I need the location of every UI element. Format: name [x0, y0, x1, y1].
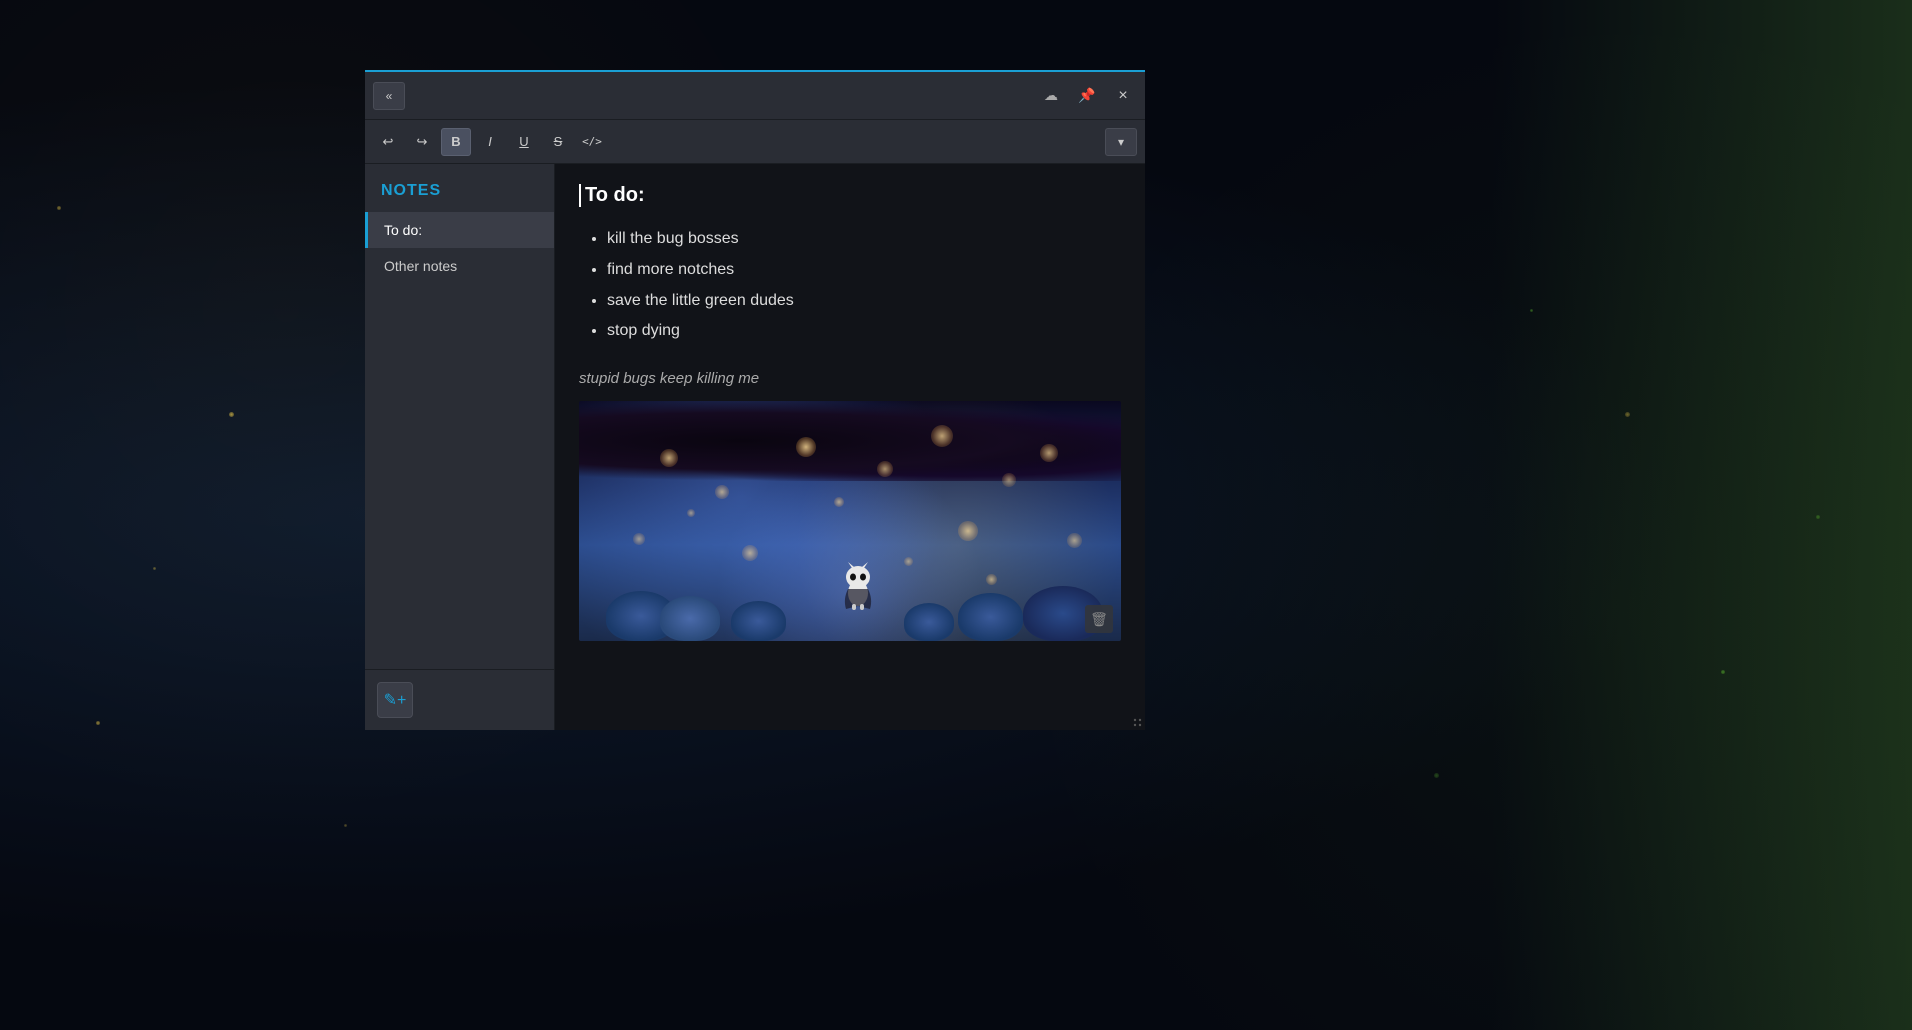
- italic-icon: I: [488, 134, 492, 149]
- game-screenshot: 🗑: [579, 401, 1121, 641]
- orb-decoration: [633, 533, 645, 545]
- note-editor[interactable]: To do: kill the bug bosses find more not…: [555, 164, 1145, 730]
- list-item: stop dying: [607, 317, 1121, 346]
- sidebar-item-todo-label: To do:: [384, 222, 422, 238]
- code-button[interactable]: </>: [577, 128, 607, 156]
- orb-decoration: [958, 521, 978, 541]
- orb-decoration: [904, 557, 913, 566]
- note-caption: stupid bugs keep killing me: [579, 370, 1121, 387]
- sidebar-bottom: ✎+: [365, 669, 554, 730]
- list-item: find more notches: [607, 256, 1121, 285]
- creature-decoration: [958, 593, 1023, 641]
- format-dropdown-button[interactable]: ▾: [1105, 128, 1137, 156]
- sidebar-title: NOTES: [365, 164, 554, 212]
- undo-icon: ↩: [383, 134, 394, 150]
- orb-decoration: [796, 437, 816, 457]
- top-toolbar: « ☁ 📌 ×: [365, 72, 1145, 120]
- undo-button[interactable]: ↩: [373, 128, 403, 156]
- resize-handle[interactable]: [1129, 714, 1145, 730]
- new-note-button[interactable]: ✎+: [377, 682, 413, 718]
- list-item: save the little green dudes: [607, 287, 1121, 316]
- note-title: To do:: [579, 184, 1121, 207]
- notes-panel: « ☁ 📌 × ↩ ↪ B I U: [365, 70, 1145, 730]
- orb-decoration: [1002, 473, 1016, 487]
- close-icon: ×: [1118, 87, 1127, 105]
- orb-decoration: [986, 574, 997, 585]
- bold-button[interactable]: B: [441, 128, 471, 156]
- redo-icon: ↪: [417, 134, 428, 150]
- orb-decoration: [1067, 533, 1082, 548]
- redo-button[interactable]: ↪: [407, 128, 437, 156]
- dropdown-icon: ▾: [1118, 135, 1124, 149]
- bold-icon: B: [451, 134, 460, 149]
- toolbar-right: ☁ 📌 ×: [1037, 82, 1137, 110]
- format-toolbar: ↩ ↪ B I U S </> ▾: [365, 120, 1145, 164]
- orb-decoration: [715, 485, 729, 499]
- italic-button[interactable]: I: [475, 128, 505, 156]
- new-note-icon: ✎+: [384, 690, 407, 710]
- content-area: NOTES To do: Other notes ✎+ To do: kill …: [365, 164, 1145, 730]
- creature-decoration: [731, 601, 786, 641]
- cloud-icon: ☁: [1044, 87, 1058, 104]
- screenshot-image: 🗑: [579, 401, 1121, 641]
- screenshot-delete-button[interactable]: 🗑: [1085, 605, 1113, 633]
- notes-sidebar: NOTES To do: Other notes ✎+: [365, 164, 555, 730]
- collapse-button[interactable]: «: [373, 82, 405, 110]
- orb-decoration: [1040, 444, 1058, 462]
- underline-button[interactable]: U: [509, 128, 539, 156]
- pin-button[interactable]: 📌: [1073, 82, 1101, 110]
- code-icon: </>: [582, 135, 602, 148]
- cloud-sync-button[interactable]: ☁: [1037, 82, 1065, 110]
- list-item: kill the bug bosses: [607, 225, 1121, 254]
- strikethrough-icon: S: [554, 134, 563, 149]
- orb-decoration: [742, 545, 758, 561]
- creature-decoration: [660, 596, 720, 641]
- resize-icon: [1133, 718, 1143, 728]
- cloud-decoration: [579, 401, 1121, 481]
- sidebar-item-other-label: Other notes: [384, 258, 457, 274]
- orb-decoration: [687, 509, 695, 517]
- close-button[interactable]: ×: [1109, 82, 1137, 110]
- note-list: kill the bug bosses find more notches sa…: [579, 225, 1121, 346]
- collapse-icon: «: [386, 89, 393, 103]
- creature-decoration: [904, 603, 954, 641]
- sidebar-item-todo[interactable]: To do:: [365, 212, 554, 248]
- trash-icon: 🗑: [1090, 611, 1108, 628]
- pin-icon: 📌: [1078, 87, 1095, 104]
- underline-icon: U: [519, 134, 528, 149]
- sidebar-item-other[interactable]: Other notes: [365, 248, 554, 284]
- orb-decoration: [834, 497, 844, 507]
- strikethrough-button[interactable]: S: [543, 128, 573, 156]
- hollow-knight-character: [838, 561, 878, 611]
